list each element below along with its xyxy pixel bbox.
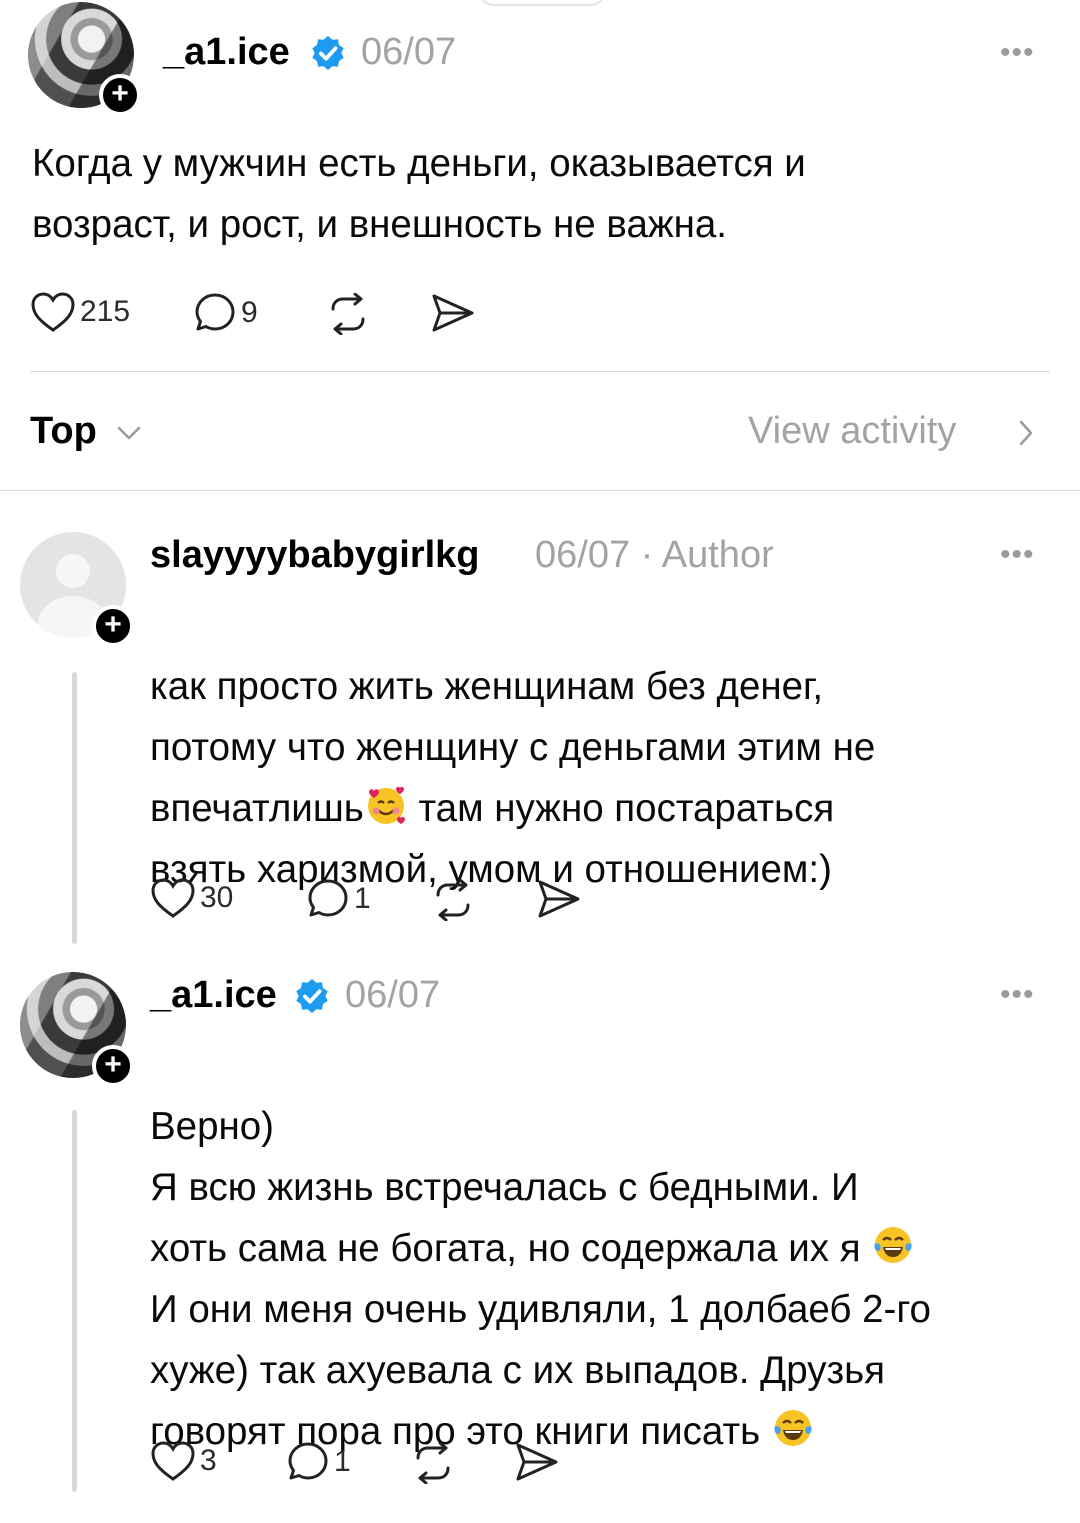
comment-button[interactable]: 1 xyxy=(286,1440,351,1484)
like-button[interactable]: 215 xyxy=(30,291,130,333)
repost-button[interactable] xyxy=(430,879,476,921)
heart-icon xyxy=(31,292,75,332)
chevron-right-icon[interactable] xyxy=(1018,419,1034,447)
view-activity-link[interactable]: View activity xyxy=(748,410,956,453)
thread-line xyxy=(72,1110,77,1492)
post-username[interactable]: _a1.ice xyxy=(163,31,290,74)
reply-username[interactable]: _a1.ice xyxy=(150,974,277,1017)
reply-text: как просто жить женщинам без денег, потом… xyxy=(150,665,876,891)
comment-icon xyxy=(308,879,348,917)
reply-count: 1 xyxy=(354,882,371,915)
reply-text: Верно) Я всю жизнь встречалась с бедными.… xyxy=(150,1105,931,1453)
sort-label: Top xyxy=(30,410,97,452)
like-button[interactable]: 3 xyxy=(150,1440,217,1482)
reply-date: 06/07 · Author xyxy=(535,534,774,576)
smiling-face-with-hearts-icon xyxy=(367,786,405,824)
share-icon xyxy=(516,1443,558,1481)
tears-of-joy-icon xyxy=(874,1227,912,1263)
share-icon xyxy=(432,294,474,332)
more-icon[interactable]: ••• xyxy=(1000,38,1035,68)
verified-icon xyxy=(296,978,328,1014)
verified-icon xyxy=(312,35,344,71)
author-tag: · Author xyxy=(640,534,774,576)
follow-button[interactable]: + xyxy=(92,605,134,647)
share-button[interactable] xyxy=(536,878,582,920)
reply-username[interactable]: slayyyybabygirlkg xyxy=(150,534,480,577)
like-button[interactable]: 30 xyxy=(150,877,233,919)
more-icon[interactable]: ••• xyxy=(1000,540,1035,570)
chevron-down-icon[interactable] xyxy=(116,425,142,441)
heart-icon xyxy=(151,878,195,918)
comment-icon xyxy=(195,293,235,331)
sort-dropdown[interactable]: Top xyxy=(30,410,97,453)
divider xyxy=(30,371,1050,372)
repost-icon xyxy=(331,293,365,335)
comment-button[interactable]: 1 xyxy=(306,877,371,921)
comment-button[interactable]: 9 xyxy=(193,291,258,335)
follow-button[interactable]: + xyxy=(92,1045,134,1087)
thread-line xyxy=(72,672,77,944)
post-date: 06/07 xyxy=(361,31,457,73)
like-count: 215 xyxy=(80,295,131,328)
repost-button[interactable] xyxy=(410,1442,456,1484)
repost-button[interactable] xyxy=(325,293,371,335)
tears-of-joy-icon xyxy=(774,1410,812,1446)
share-button[interactable] xyxy=(514,1441,560,1483)
like-count: 30 xyxy=(200,881,234,914)
post-text: Когда у мужчин есть деньги, оказывается … xyxy=(32,142,806,246)
top-handle xyxy=(478,0,606,6)
share-button[interactable] xyxy=(430,292,476,334)
reply-count: 9 xyxy=(241,296,258,329)
divider xyxy=(0,490,1080,491)
reply-date: 06/07 xyxy=(345,974,441,1016)
comment-icon xyxy=(288,1442,328,1480)
like-count: 3 xyxy=(200,1444,217,1477)
heart-icon xyxy=(151,1441,195,1481)
more-icon[interactable]: ••• xyxy=(1000,980,1035,1010)
share-icon xyxy=(538,880,580,918)
reply-count: 1 xyxy=(334,1445,351,1478)
follow-button[interactable]: + xyxy=(99,74,141,116)
repost-icon xyxy=(416,1442,450,1484)
repost-icon xyxy=(436,879,470,921)
